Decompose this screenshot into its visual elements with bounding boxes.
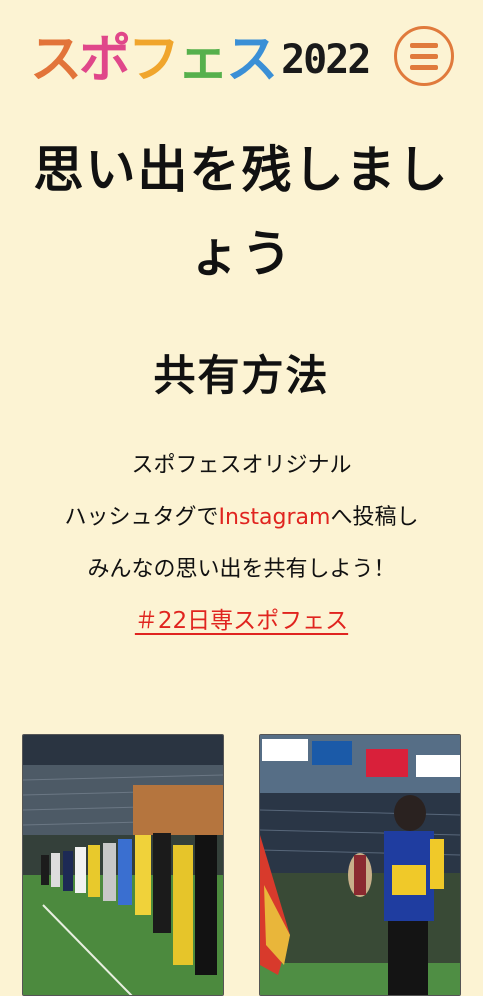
logo-year: 2022	[281, 37, 371, 83]
share-instructions: スポフェスオリジナル ハッシュタグでInstagramへ投稿し みんなの思い出を…	[0, 440, 483, 596]
hashtag-link[interactable]: ＃22日専スポフェス	[135, 608, 348, 634]
hamburger-icon-bar	[410, 53, 438, 59]
instruction-line-3: みんなの思い出を共有しよう！	[87, 557, 396, 582]
hamburger-icon-bar	[410, 64, 438, 70]
logo-char: ス	[226, 30, 278, 90]
menu-button[interactable]	[394, 26, 454, 86]
instruction-line-1: スポフェスオリジナル	[131, 453, 352, 478]
hamburger-icon	[410, 42, 438, 48]
gallery-photo-lineup[interactable]	[22, 734, 224, 996]
site-logo[interactable]: ス ポ フ ェ ス 2022	[30, 22, 371, 92]
gallery-photo-trophy[interactable]	[259, 734, 461, 996]
logo-char: ス	[30, 30, 82, 90]
logo-char: ェ	[177, 30, 229, 90]
logo-char: フ	[128, 30, 180, 90]
header: ス ポ フ ェ ス 2022	[0, 0, 483, 100]
hashtag-container: ＃22日専スポフェス	[0, 596, 483, 646]
page-title: 思い出を残しましょう	[33, 141, 450, 283]
instagram-link[interactable]: Instagram	[219, 505, 331, 530]
instruction-line-2: ハッシュタグでInstagramへ投稿し	[0, 492, 483, 544]
logo-char: ポ	[79, 30, 131, 90]
section-title: 共有方法	[153, 351, 330, 400]
instruction-text: ハッシュタグで	[64, 505, 219, 530]
instruction-text: へ投稿し	[330, 505, 419, 530]
